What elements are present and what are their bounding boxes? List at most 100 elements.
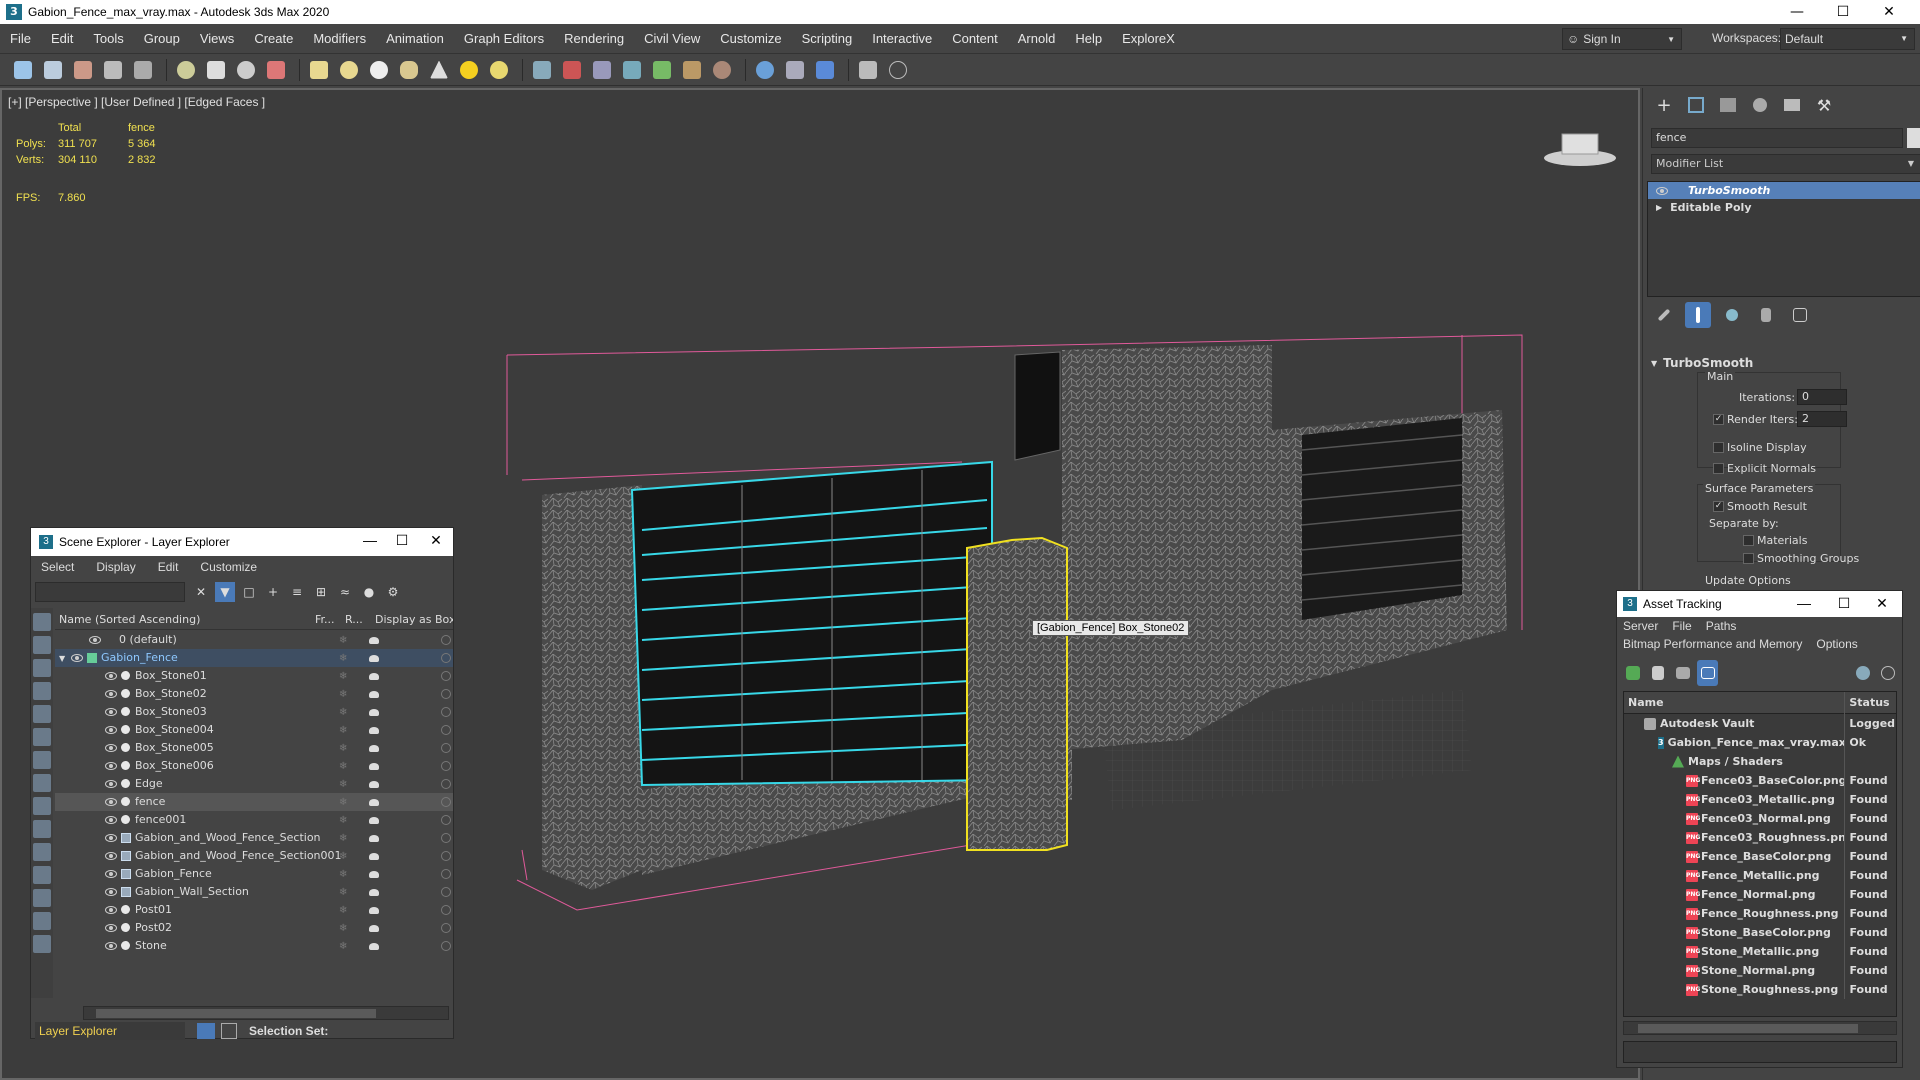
tree-row[interactable]: Stone ❄ (55, 937, 453, 955)
helper-icon[interactable] (559, 57, 585, 83)
menu-arnold[interactable]: Arnold (1008, 24, 1066, 54)
stack-item-turbosmooth[interactable]: TurboSmooth (1648, 182, 1920, 199)
selected-fence-panel[interactable] (630, 460, 993, 787)
shape-filter-icon[interactable] (33, 636, 51, 654)
renderable-icon[interactable] (369, 942, 379, 950)
box-primitive-icon[interactable] (306, 57, 332, 83)
menu-create[interactable]: Create (244, 24, 303, 54)
tree-row[interactable]: Box_Stone02 ❄ (55, 685, 453, 703)
renderable-icon[interactable] (369, 906, 379, 914)
iterations-spinner[interactable]: 0 (1797, 389, 1847, 405)
freeze-icon[interactable]: ❄ (339, 941, 347, 952)
light-filter-icon[interactable] (33, 659, 51, 677)
se-menu-select[interactable]: Select (41, 560, 74, 574)
horizontal-scrollbar[interactable] (83, 1006, 449, 1020)
renderable-icon[interactable] (369, 744, 379, 752)
layers-icon[interactable]: ≡ (287, 582, 307, 602)
eye-icon[interactable] (105, 798, 117, 806)
renderable-icon[interactable] (369, 708, 379, 716)
tree-row[interactable]: Gabion_Wall_Section ❄ (55, 883, 453, 901)
eye-icon[interactable] (1656, 186, 1668, 195)
omni-light-icon[interactable] (486, 57, 512, 83)
stack-icon[interactable]: ≈ (335, 582, 355, 602)
renderable-icon[interactable] (369, 888, 379, 896)
invert-filter-icon[interactable] (33, 935, 51, 953)
utilities-tab-icon[interactable]: ⚒ (1811, 94, 1837, 116)
all-filter-icon[interactable] (33, 912, 51, 930)
expand-arrow-icon[interactable]: ▼ (59, 654, 65, 663)
isoline-display-checkbox[interactable] (1713, 442, 1724, 453)
spacewarp-icon[interactable] (589, 57, 615, 83)
pin-stack-icon[interactable] (1651, 302, 1677, 328)
eye-icon[interactable] (89, 636, 101, 644)
list-view-icon[interactable] (1648, 660, 1669, 686)
asset-row[interactable]: PNG Fence_BaseColor.png Found (1624, 847, 1896, 866)
search-input[interactable] (35, 582, 185, 602)
eye-icon[interactable] (105, 780, 117, 788)
configure-modifier-sets-icon[interactable] (1787, 302, 1813, 328)
torus-icon[interactable] (396, 57, 422, 83)
asset-row[interactable]: PNG Stone_Metallic.png Found (1624, 942, 1896, 961)
se-menu-edit[interactable]: Edit (158, 560, 179, 574)
help-icon[interactable] (1877, 660, 1898, 686)
freeze-icon[interactable]: ❄ (339, 779, 347, 790)
menu-group[interactable]: Group (134, 24, 190, 54)
eye-icon[interactable] (105, 924, 117, 932)
thumbnail-view-icon[interactable] (1673, 660, 1694, 686)
menu-help[interactable]: Help (1065, 24, 1112, 54)
tree-row[interactable]: Box_Stone01 ❄ (55, 667, 453, 685)
display-as-box-icon[interactable] (441, 671, 451, 681)
filter-icon[interactable]: ▼ (215, 582, 235, 602)
horizontal-scrollbar[interactable] (1623, 1021, 1897, 1035)
renderable-icon[interactable] (369, 762, 379, 770)
smooth-result-checkbox[interactable]: ✓ (1713, 501, 1724, 512)
maximize-icon[interactable]: ☐ (387, 532, 417, 549)
spacewarp-filter-icon[interactable] (33, 728, 51, 746)
modify-tab-icon[interactable] (1683, 94, 1709, 116)
column-status[interactable]: Status (1844, 691, 1896, 714)
column-frozen[interactable]: Fr... (315, 613, 345, 626)
tree-row[interactable]: Box_Stone004 ❄ (55, 721, 453, 739)
scene-explorer-title-bar[interactable]: 3 Scene Explorer - Layer Explorer — ☐ ✕ (31, 528, 453, 556)
column-renderable[interactable]: R... (345, 613, 375, 626)
asset-row[interactable]: PNG Stone_Normal.png Found (1624, 961, 1896, 980)
tree-row[interactable]: 0 (default) ❄ (55, 631, 453, 649)
light-bulb-icon[interactable]: ● (359, 582, 379, 602)
viewcube-icon[interactable] (1540, 120, 1620, 170)
eye-icon[interactable] (105, 672, 117, 680)
eye-icon[interactable] (105, 744, 117, 752)
eye-icon[interactable] (105, 816, 117, 824)
render-icon[interactable] (812, 57, 838, 83)
eye-icon[interactable] (105, 708, 117, 716)
at-menu-server[interactable]: Server (1623, 619, 1658, 633)
bone-filter-icon[interactable] (33, 797, 51, 815)
select-link-icon[interactable] (70, 57, 96, 83)
menu-graph-editors[interactable]: Graph Editors (454, 24, 554, 54)
asset-tracking-title-bar[interactable]: 3 Asset Tracking — ☐ ✕ (1617, 591, 1902, 617)
modifier-list-dropdown[interactable]: Modifier List ▼ (1651, 154, 1920, 174)
display-as-box-icon[interactable] (441, 851, 451, 861)
freeze-icon[interactable]: ❄ (339, 635, 347, 646)
renderable-icon[interactable] (369, 636, 379, 644)
tree-row[interactable]: Edge ❄ (55, 775, 453, 793)
rotate-icon[interactable] (233, 57, 259, 83)
tree-row[interactable]: ▼ Gabion_Fence ❄ (55, 649, 453, 667)
eye-icon[interactable] (105, 888, 117, 896)
sign-in-dropdown[interactable]: ☺ Sign In ▼ (1562, 28, 1682, 50)
render-setup-icon[interactable] (782, 57, 808, 83)
layers-toggle-icon[interactable] (197, 1023, 215, 1039)
freeze-icon[interactable]: ❄ (339, 869, 347, 880)
asset-row[interactable]: PNG Fence03_Normal.png Found (1624, 809, 1896, 828)
render-iters-checkbox[interactable]: ✓ (1713, 414, 1724, 425)
renderable-icon[interactable] (369, 798, 379, 806)
freeze-icon[interactable]: ❄ (339, 671, 347, 682)
explorer-type-dropdown[interactable]: Layer Explorer (35, 1022, 185, 1040)
camera-filter-icon[interactable] (33, 682, 51, 700)
at-menu-paths[interactable]: Paths (1706, 619, 1737, 633)
remove-modifier-icon[interactable] (1753, 302, 1779, 328)
minimize-icon[interactable]: — (1774, 0, 1820, 24)
freeze-icon[interactable]: ❄ (339, 797, 347, 808)
undo-icon[interactable] (10, 57, 36, 83)
freeze-icon[interactable]: ❄ (339, 725, 347, 736)
geometry-filter-icon[interactable] (33, 613, 51, 631)
